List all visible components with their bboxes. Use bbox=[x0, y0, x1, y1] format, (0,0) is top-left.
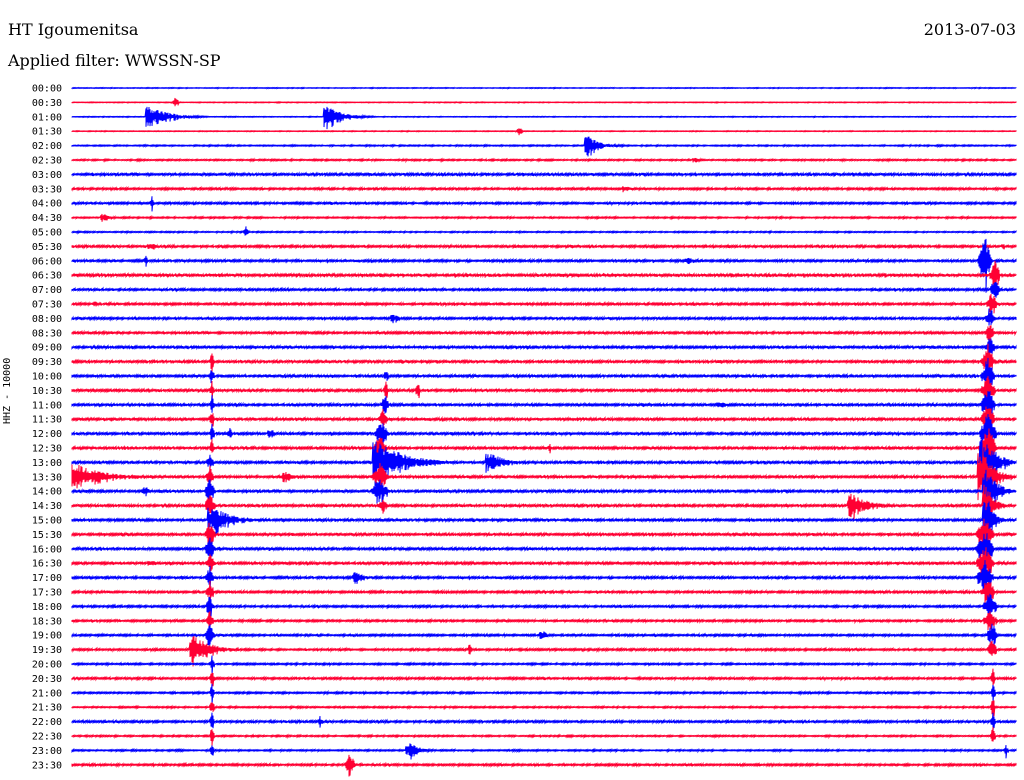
time-label: 22:00 bbox=[32, 717, 62, 728]
time-label: 02:30 bbox=[32, 156, 62, 167]
time-label: 23:30 bbox=[32, 760, 62, 771]
time-label: 17:00 bbox=[32, 573, 62, 584]
time-label: 09:30 bbox=[32, 357, 62, 368]
seismic-trace bbox=[71, 451, 1017, 507]
time-label: 13:00 bbox=[32, 458, 62, 469]
seismic-trace bbox=[71, 754, 1017, 777]
seismic-trace bbox=[71, 260, 1017, 289]
seismic-trace bbox=[71, 343, 1017, 388]
time-label: 10:30 bbox=[32, 386, 62, 397]
time-label: 19:00 bbox=[32, 631, 62, 642]
seismic-trace bbox=[71, 580, 1017, 608]
seismic-trace bbox=[71, 655, 1017, 676]
time-label: 11:30 bbox=[32, 415, 62, 426]
seismic-trace bbox=[71, 743, 1017, 760]
helicorder-plot: 00:00 00:30 01:00 01:30 02:00 02:30 03:00 03:30… bbox=[32, 84, 1017, 777]
time-label: 06:30 bbox=[32, 271, 62, 282]
seismic-trace bbox=[71, 136, 1017, 157]
seismic-trace bbox=[71, 128, 1017, 136]
time-label: 08:00 bbox=[32, 314, 62, 325]
seismic-trace bbox=[71, 325, 1017, 342]
seismic-trace bbox=[71, 623, 1017, 649]
seismic-trace bbox=[71, 308, 1017, 326]
time-label: 22:30 bbox=[32, 732, 62, 743]
time-label: 16:30 bbox=[32, 559, 62, 570]
time-label: 20:00 bbox=[32, 660, 62, 671]
time-label: 13:30 bbox=[32, 472, 62, 483]
time-label: 21:00 bbox=[32, 688, 62, 699]
time-label: 01:00 bbox=[32, 112, 62, 123]
time-label: 00:30 bbox=[32, 98, 62, 109]
time-label: 04:30 bbox=[32, 213, 62, 224]
seismic-trace bbox=[71, 700, 1017, 717]
time-label: 16:00 bbox=[32, 544, 62, 555]
time-label: 15:30 bbox=[32, 530, 62, 541]
time-label: 18:00 bbox=[32, 602, 62, 613]
time-label: 00:00 bbox=[32, 84, 62, 95]
seismic-trace bbox=[71, 106, 1017, 130]
time-label: 21:30 bbox=[32, 703, 62, 714]
seismic-trace bbox=[71, 593, 1017, 623]
time-label: 12:00 bbox=[32, 429, 62, 440]
seismic-trace bbox=[71, 338, 1017, 358]
time-label: 23:00 bbox=[32, 746, 62, 757]
time-label: 15:00 bbox=[32, 516, 62, 527]
seismic-trace bbox=[71, 668, 1017, 688]
seismic-trace bbox=[71, 376, 1017, 407]
time-label: 04:00 bbox=[32, 199, 62, 210]
time-label: 11:00 bbox=[32, 400, 62, 411]
time-label: 09:00 bbox=[32, 343, 62, 354]
time-label: 05:00 bbox=[32, 228, 62, 239]
time-label: 18:30 bbox=[32, 616, 62, 627]
time-label: 06:00 bbox=[32, 256, 62, 267]
time-label: 14:00 bbox=[32, 487, 62, 498]
seismic-trace bbox=[71, 611, 1017, 635]
seismic-trace bbox=[71, 683, 1017, 706]
seismic-trace bbox=[71, 196, 1017, 212]
time-label: 17:30 bbox=[32, 588, 62, 599]
time-label: 03:00 bbox=[32, 170, 62, 181]
time-label: 20:30 bbox=[32, 674, 62, 685]
time-label: 12:30 bbox=[32, 444, 62, 455]
time-label: 05:30 bbox=[32, 242, 62, 253]
time-label: 14:30 bbox=[32, 501, 62, 512]
time-label: 01:30 bbox=[32, 127, 62, 138]
time-label: 02:00 bbox=[32, 141, 62, 152]
time-label: 08:30 bbox=[32, 328, 62, 339]
time-label: 07:00 bbox=[32, 285, 62, 296]
time-label: 07:30 bbox=[32, 300, 62, 311]
time-label: 10:00 bbox=[32, 372, 62, 383]
time-label: 19:30 bbox=[32, 645, 62, 656]
seismic-trace bbox=[71, 226, 1017, 236]
time-label: 03:30 bbox=[32, 184, 62, 195]
